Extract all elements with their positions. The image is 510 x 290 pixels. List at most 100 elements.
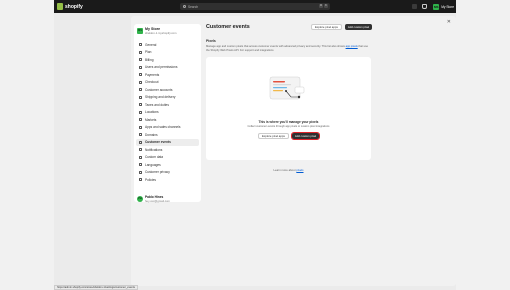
sidebar-item-users[interactable]: Users and permissions xyxy=(136,64,199,72)
custom-data-icon xyxy=(139,155,142,159)
customer-events-icon xyxy=(139,140,142,144)
sidebar-item-payments[interactable]: Payments xyxy=(136,71,199,79)
sidebar-item-label: Locations xyxy=(145,110,159,115)
store-avatar-small: MS xyxy=(137,28,143,34)
sidebar-item-customer-accounts[interactable]: Customer accounts xyxy=(136,86,199,94)
section-heading: Pixels xyxy=(206,39,216,43)
explore-pixel-apps-button[interactable]: Explore pixel apps xyxy=(311,24,342,30)
sidebar-item-label: Taxes and duties xyxy=(145,102,169,107)
sidebar-item-label: Customer accounts xyxy=(145,87,173,92)
locations-icon xyxy=(139,110,142,114)
add-custom-pixel-button[interactable]: Add custom pixel xyxy=(344,24,373,30)
sidebar-item-label: Policies xyxy=(145,177,156,182)
store-url: sheldon-1.myshopify.com xyxy=(145,31,177,35)
desc-text-1: Manage app and custom pixels that access… xyxy=(206,45,346,48)
search-shortcut: ⌘ K xyxy=(319,4,328,8)
sidebar-item-markets[interactable]: Markets xyxy=(136,116,199,124)
sidebar-item-label: Markets xyxy=(145,117,157,122)
sidebar-item-label: Notifications xyxy=(145,147,163,152)
privacy-icon xyxy=(139,170,142,174)
user-email: hey.uxc@gmail.com xyxy=(145,199,171,203)
browser-frame: shopify Search ⌘ K MS My Store ✕ MS My S… xyxy=(0,0,510,290)
empty-state-description: Collect customer events through app pixe… xyxy=(247,125,330,128)
sidebar-item-languages[interactable]: Languages xyxy=(136,161,199,169)
learn-more: Learn more about pixels xyxy=(206,168,371,172)
empty-add-custom-pixel-button[interactable]: Add custom pixel xyxy=(290,131,321,141)
search-placeholder: Search xyxy=(188,4,199,9)
sidebar-item-label: Billing xyxy=(145,57,154,62)
app-pixels-link[interactable]: app pixels xyxy=(346,45,358,48)
command-key: ⌘ xyxy=(319,4,323,8)
user-avatar: PH xyxy=(137,196,143,202)
shipping-icon xyxy=(139,95,142,99)
languages-icon xyxy=(139,163,142,167)
sidebar-item-taxes[interactable]: Taxes and duties xyxy=(136,101,199,109)
sidebar-item-notifications[interactable]: Notifications xyxy=(136,146,199,154)
checkout-icon xyxy=(139,80,142,84)
notifications-icon xyxy=(139,148,142,152)
payments-icon xyxy=(139,73,142,77)
sidebar-item-label: Shipping and delivery xyxy=(145,95,176,100)
sidebar-item-label: Customer privacy xyxy=(145,170,170,175)
top-bar: shopify Search ⌘ K MS My Store xyxy=(54,0,456,13)
user-profile[interactable]: PH Pablo Hines hey.uxc@gmail.com xyxy=(137,195,170,203)
search-bar[interactable]: Search ⌘ K xyxy=(180,3,330,10)
sidebar-item-checkout[interactable]: Checkout xyxy=(136,79,199,87)
sidebar-item-label: General xyxy=(145,42,157,47)
sidebar-item-locations[interactable]: Locations xyxy=(136,109,199,117)
status-bar-url: https://admin.shopify.com/store/sheldon-… xyxy=(54,285,138,290)
empty-state-actions: Explore pixel apps Add custom pixel xyxy=(258,131,321,141)
sidekick-icon[interactable] xyxy=(412,4,417,9)
empty-explore-pixel-apps-button[interactable]: Explore pixel apps xyxy=(258,133,289,139)
sidebar-item-billing[interactable]: Billing xyxy=(136,56,199,64)
sidebar-item-plan[interactable]: Plan xyxy=(136,49,199,57)
customer-accounts-icon xyxy=(139,88,142,92)
sidebar-item-label: Payments xyxy=(145,72,160,77)
shopify-logo[interactable]: shopify xyxy=(57,3,83,10)
learn-more-prefix: Learn more about xyxy=(273,168,297,172)
sidebar-item-label: Users and permissions xyxy=(145,65,178,70)
sidebar-item-privacy[interactable]: Customer privacy xyxy=(136,169,199,177)
brand-name: shopify xyxy=(65,3,83,10)
domains-icon xyxy=(139,133,142,137)
sidebar-item-shipping[interactable]: Shipping and delivery xyxy=(136,94,199,102)
pixels-card: This is where you'll manage your pixels … xyxy=(206,57,371,160)
settings-modal: ✕ MS My Store sheldon-1.myshopify.com Ge… xyxy=(131,16,456,286)
store-avatar: MS xyxy=(433,3,440,10)
apps-icon xyxy=(139,125,142,129)
plan-icon xyxy=(139,50,142,54)
sidebar-item-custom-data[interactable]: Custom data xyxy=(136,154,199,162)
bell-icon[interactable] xyxy=(422,4,427,9)
store-label: My Store xyxy=(441,4,454,9)
sidebar-item-label: Domains xyxy=(145,132,158,137)
sidebar-item-label: Apps and sales channels xyxy=(145,125,181,130)
k-key: K xyxy=(324,4,328,8)
admin-window: shopify Search ⌘ K MS My Store ✕ MS My S… xyxy=(54,0,456,290)
sidebar-item-label: Customer events xyxy=(145,140,171,145)
search-icon xyxy=(183,5,186,8)
sidebar-item-label: Plan xyxy=(145,50,152,55)
policies-icon xyxy=(139,178,142,182)
billing-icon xyxy=(139,58,142,62)
sidebar-item-domains[interactable]: Domains xyxy=(136,131,199,139)
markets-icon xyxy=(139,118,142,122)
shopify-bag-icon xyxy=(57,3,63,10)
store-icon xyxy=(139,43,142,47)
sidebar-item-apps[interactable]: Apps and sales channels xyxy=(136,124,199,132)
empty-state-illustration xyxy=(269,76,305,100)
main-content: Customer events Explore pixel apps Add c… xyxy=(206,24,376,52)
store-menu[interactable]: MS My Store xyxy=(433,3,454,10)
header-actions: Explore pixel apps Add custom pixel xyxy=(311,24,373,30)
sidebar-item-customer-events[interactable]: Customer events xyxy=(136,138,199,146)
section-description: Manage app and custom pixels that access… xyxy=(206,45,371,53)
taxes-icon xyxy=(139,103,142,107)
settings-sidebar: MS My Store sheldon-1.myshopify.com Gene… xyxy=(134,24,201,203)
close-icon[interactable]: ✕ xyxy=(447,19,451,25)
pixels-help-link[interactable]: pixels xyxy=(296,168,303,172)
settings-nav: General Plan Billing Users and permissions P… xyxy=(136,41,199,184)
sidebar-item-label: Languages xyxy=(145,162,161,167)
sidebar-item-policies[interactable]: Policies xyxy=(136,176,199,184)
sidebar-item-store[interactable]: General xyxy=(136,41,199,49)
store-header[interactable]: MS My Store sheldon-1.myshopify.com xyxy=(137,27,177,35)
empty-state-title: This is where you'll manage your pixels xyxy=(258,120,319,124)
